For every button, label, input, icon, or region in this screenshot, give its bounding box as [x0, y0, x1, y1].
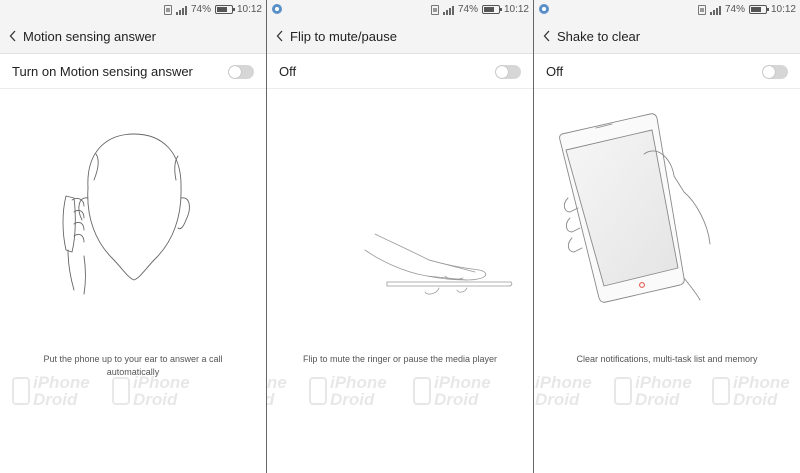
setting-label: Off [279, 64, 297, 79]
screen-shake-to-clear: 74% 10:12 Shake to clear Off Clear notif… [534, 0, 800, 473]
setting-row-motion-answer[interactable]: Turn on Motion sensing answer [0, 55, 266, 89]
signal-icon [175, 5, 187, 15]
title-bar: Motion sensing answer [0, 19, 266, 54]
flip-to-mute-toggle[interactable] [495, 64, 521, 79]
watermark-phone-icon [614, 377, 632, 405]
setting-label: Off [546, 64, 564, 79]
notification-icon [272, 4, 282, 14]
setting-row-shake-to-clear[interactable]: Off [534, 55, 800, 89]
sim-icon [163, 4, 172, 15]
battery-percent: 74% [724, 4, 745, 15]
status-bar: 74% 10:12 [267, 0, 533, 19]
battery-icon [214, 5, 235, 14]
caption: Clear notifications, multi-task list and… [576, 354, 758, 364]
signal-icon [442, 5, 454, 15]
watermark: iPhoneDroid [614, 374, 692, 408]
watermark: iPhoneDroid [712, 374, 790, 408]
battery-icon [748, 5, 769, 14]
screen-flip-to-mute: 74% 10:12 Flip to mute/pause Off Flip to… [267, 0, 533, 473]
watermark: iPhoneDroid [413, 374, 491, 408]
head-phone-illustration [62, 133, 190, 295]
sim-icon [697, 4, 706, 15]
sim-icon [430, 4, 439, 15]
title-bar: Flip to mute/pause [267, 19, 533, 54]
battery-icon [481, 5, 502, 14]
watermark-phone-icon [12, 377, 30, 405]
status-bar: 74% 10:12 [534, 0, 800, 19]
hand-flip-illustration [364, 233, 513, 295]
watermark-phone-icon [112, 377, 130, 405]
page-title: Motion sensing answer [23, 28, 156, 44]
watermark: iPhoneDroid [112, 374, 190, 408]
battery-percent: 74% [190, 4, 211, 15]
setting-label: Turn on Motion sensing answer [12, 64, 193, 79]
back-arrow-icon[interactable] [537, 19, 557, 54]
clock: 10:12 [503, 4, 529, 15]
title-bar: Shake to clear [534, 19, 800, 54]
notification-icon [539, 4, 549, 14]
caption: Flip to mute the ringer or pause the med… [302, 354, 498, 364]
watermark: iPhoneDroid [534, 374, 592, 408]
watermark-phone-icon [413, 377, 431, 405]
clock: 10:12 [770, 4, 796, 15]
hand-phone-illustration [559, 113, 711, 303]
motion-answer-toggle[interactable] [228, 64, 254, 79]
watermark-phone-icon [309, 377, 327, 405]
clock: 10:12 [236, 4, 262, 15]
screens-container: 74% 10:12 Motion sensing answer Turn on … [0, 0, 800, 473]
back-arrow-icon[interactable] [270, 19, 290, 54]
battery-percent: 74% [457, 4, 478, 15]
watermark: iPhoneDroid [309, 374, 387, 408]
screen-motion-sensing-answer: 74% 10:12 Motion sensing answer Turn on … [0, 0, 266, 473]
back-arrow-icon[interactable] [3, 19, 23, 54]
watermark: iPhoneDroid [12, 374, 90, 408]
status-icons: 74% 10:12 [163, 3, 262, 16]
setting-row-flip-to-mute[interactable]: Off [267, 55, 533, 89]
page-title: Shake to clear [557, 28, 641, 44]
page-title: Flip to mute/pause [290, 28, 397, 44]
watermark: iPhoneDroid [267, 374, 287, 408]
signal-icon [709, 5, 721, 15]
status-icons: 74% 10:12 [697, 3, 796, 16]
shake-to-clear-toggle[interactable] [762, 64, 788, 79]
watermark-phone-icon [712, 377, 730, 405]
status-icons: 74% 10:12 [430, 3, 529, 16]
status-bar: 74% 10:12 [0, 0, 266, 19]
